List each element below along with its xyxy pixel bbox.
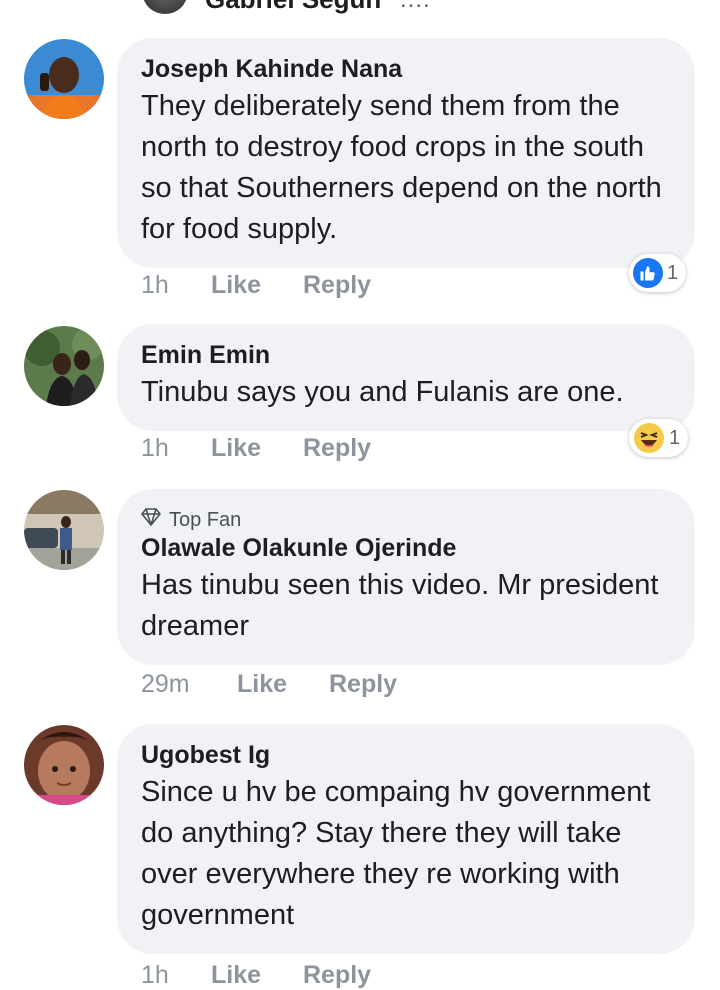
comment-text: .... [400,0,431,14]
thumbs-up-icon [633,258,663,288]
comment-author[interactable]: Gabriel Segun [205,0,381,15]
comment-bubble: Ugobest Ig Since u hv be compaing hv gov… [117,724,695,954]
comment-bubble: Joseph Kahinde Nana They deliberately se… [117,38,695,268]
comment-text: They deliberately send them from the nor… [141,90,662,245]
reaction-summary[interactable]: 1 [629,419,689,457]
reaction-summary[interactable]: 1 [629,254,687,292]
reply-button[interactable]: Reply [303,433,371,463]
diamond-icon [140,507,162,533]
comment-timestamp[interactable]: 1h [141,270,211,300]
comment-text: Has tinubu seen this video. Mr president… [141,569,659,642]
comment-text: Since u hv be compaing hv government do … [141,776,651,931]
comment-author[interactable]: Joseph Kahinde Nana [141,54,671,84]
comment-actions: 1h Like Reply [141,270,371,300]
like-button[interactable]: Like [211,270,303,300]
reaction-count: 1 [669,426,681,449]
comment-author[interactable]: Olawale Olakunle Ojerinde [141,533,671,563]
comment-author[interactable]: Ugobest Ig [141,740,671,770]
comment-actions: 29m Like Reply [141,669,397,699]
like-button[interactable]: Like [237,669,329,699]
avatar[interactable] [24,490,104,570]
reply-button[interactable]: Reply [303,960,371,989]
avatar[interactable] [143,0,187,14]
comment-actions: 1h Like Reply [141,960,371,989]
comment-author[interactable]: Emin Emin [141,340,671,370]
reply-button[interactable]: Reply [303,270,371,300]
like-button[interactable]: Like [211,433,303,463]
comment-timestamp[interactable]: 29m [141,669,237,699]
avatar[interactable] [24,326,104,406]
comment-text: Tinubu says you and Fulanis are one. [141,376,624,408]
comment-bubble: Top Fan Olawale Olakunle Ojerinde Has ti… [117,489,695,665]
reply-button[interactable]: Reply [329,669,397,699]
comment-actions: 1h Like Reply [141,433,371,463]
comment-timestamp[interactable]: 1h [141,960,211,989]
comment-timestamp[interactable]: 1h [141,433,211,463]
laughing-face-icon [633,422,665,454]
reaction-count: 1 [667,261,679,284]
top-fan-badge: Top Fan [140,507,671,533]
top-fan-label: Top Fan [169,509,242,531]
avatar[interactable] [24,725,104,805]
previous-comment-fragment: Gabriel Segun .... [0,0,720,16]
avatar[interactable] [24,39,104,119]
like-button[interactable]: Like [211,960,303,989]
comment-bubble: Emin Emin Tinubu says you and Fulanis ar… [117,324,695,431]
